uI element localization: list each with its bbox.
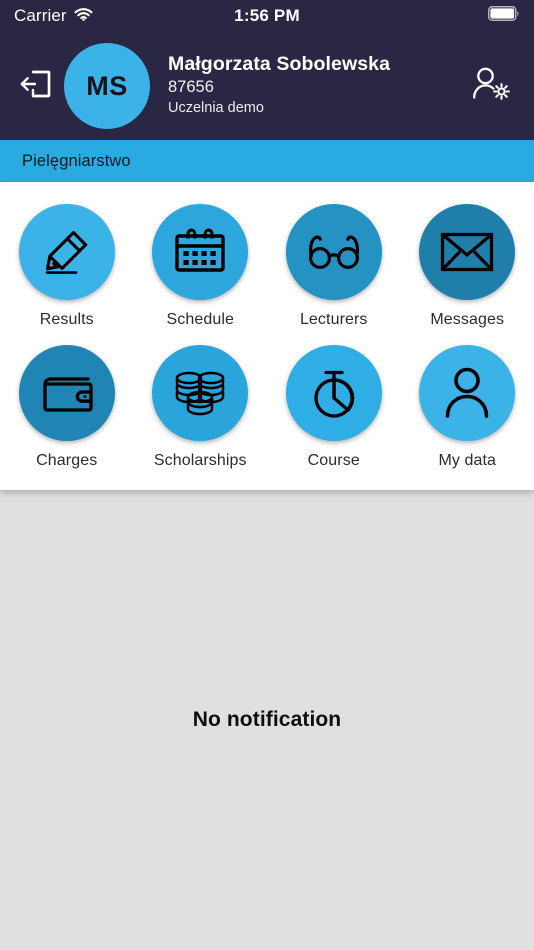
menu-label-scholarships: Scholarships bbox=[153, 452, 247, 469]
menu-circle-course bbox=[285, 345, 382, 441]
menu-item-lecturers[interactable]: Lecturers bbox=[275, 204, 393, 329]
menu-item-schedule[interactable]: Schedule bbox=[141, 204, 259, 329]
wallet-icon bbox=[39, 371, 95, 415]
menu-label-schedule: Schedule bbox=[166, 311, 235, 328]
app-header: MS Małgorzata Sobolewska 87656 Uczelnia … bbox=[0, 32, 534, 140]
wifi-icon bbox=[74, 7, 93, 26]
menu-circle-my-data bbox=[419, 345, 516, 441]
program-label: Pielęgniarstwo bbox=[22, 151, 131, 170]
menu-item-course[interactable]: Course bbox=[275, 345, 393, 470]
menu-label-messages: Messages bbox=[430, 311, 505, 328]
menu-row: Results Schedule Lecturers Messages bbox=[0, 204, 534, 329]
program-bar[interactable]: Pielęgniarstwo bbox=[0, 140, 534, 182]
user-info: Małgorzata Sobolewska 87656 Uczelnia dem… bbox=[168, 53, 468, 119]
app-root: Carrier 1:56 PM MS Małgorzata Sobolewska… bbox=[0, 0, 534, 950]
no-notification-text: No notification bbox=[192, 708, 342, 731]
user-name: Małgorzata Sobolewska bbox=[168, 53, 391, 76]
pencil-icon bbox=[40, 225, 94, 279]
status-bar-left: Carrier bbox=[14, 6, 93, 26]
coins-icon bbox=[173, 369, 227, 417]
envelope-icon bbox=[440, 231, 494, 273]
menu-label-charges: Charges bbox=[36, 452, 98, 469]
status-bar-right bbox=[488, 6, 520, 26]
notifications-area: No notification bbox=[0, 490, 534, 950]
menu-circle-schedule bbox=[152, 204, 249, 300]
calendar-icon bbox=[173, 226, 227, 278]
menu-label-lecturers: Lecturers bbox=[299, 311, 368, 328]
stopwatch-icon bbox=[308, 366, 360, 420]
menu-circle-lecturers bbox=[285, 204, 382, 300]
user-settings-button[interactable] bbox=[468, 62, 516, 110]
menu-label-results: Results bbox=[39, 311, 94, 328]
user-organization: Uczelnia demo bbox=[168, 100, 264, 117]
menu-item-scholarships[interactable]: Scholarships bbox=[141, 345, 259, 470]
user-settings-icon bbox=[471, 65, 513, 108]
menu-item-results[interactable]: Results bbox=[8, 204, 126, 329]
menu-item-my-data[interactable]: My data bbox=[408, 345, 526, 470]
menu-circle-scholarships bbox=[152, 345, 249, 441]
menu-item-messages[interactable]: Messages bbox=[408, 204, 526, 329]
menu-row: Charges Scholarships Course My data bbox=[0, 345, 534, 470]
carrier-label: Carrier bbox=[14, 6, 67, 25]
menu-circle-charges bbox=[18, 345, 115, 441]
avatar[interactable]: MS bbox=[64, 43, 150, 129]
user-id: 87656 bbox=[168, 78, 214, 97]
menu-circle-results bbox=[18, 204, 115, 300]
menu-label-course: Course bbox=[307, 452, 360, 469]
battery-full-icon bbox=[488, 6, 520, 26]
menu-card: Results Schedule Lecturers Messages Char… bbox=[0, 182, 534, 490]
person-icon bbox=[443, 366, 491, 420]
menu-label-my-data: My data bbox=[438, 452, 497, 469]
glasses-icon bbox=[306, 229, 362, 275]
logout-button[interactable] bbox=[14, 64, 58, 108]
menu-circle-messages bbox=[419, 204, 516, 300]
menu-item-charges[interactable]: Charges bbox=[8, 345, 126, 470]
status-bar: Carrier 1:56 PM bbox=[0, 0, 534, 32]
logout-icon bbox=[20, 69, 53, 104]
avatar-initials: MS bbox=[86, 70, 128, 101]
